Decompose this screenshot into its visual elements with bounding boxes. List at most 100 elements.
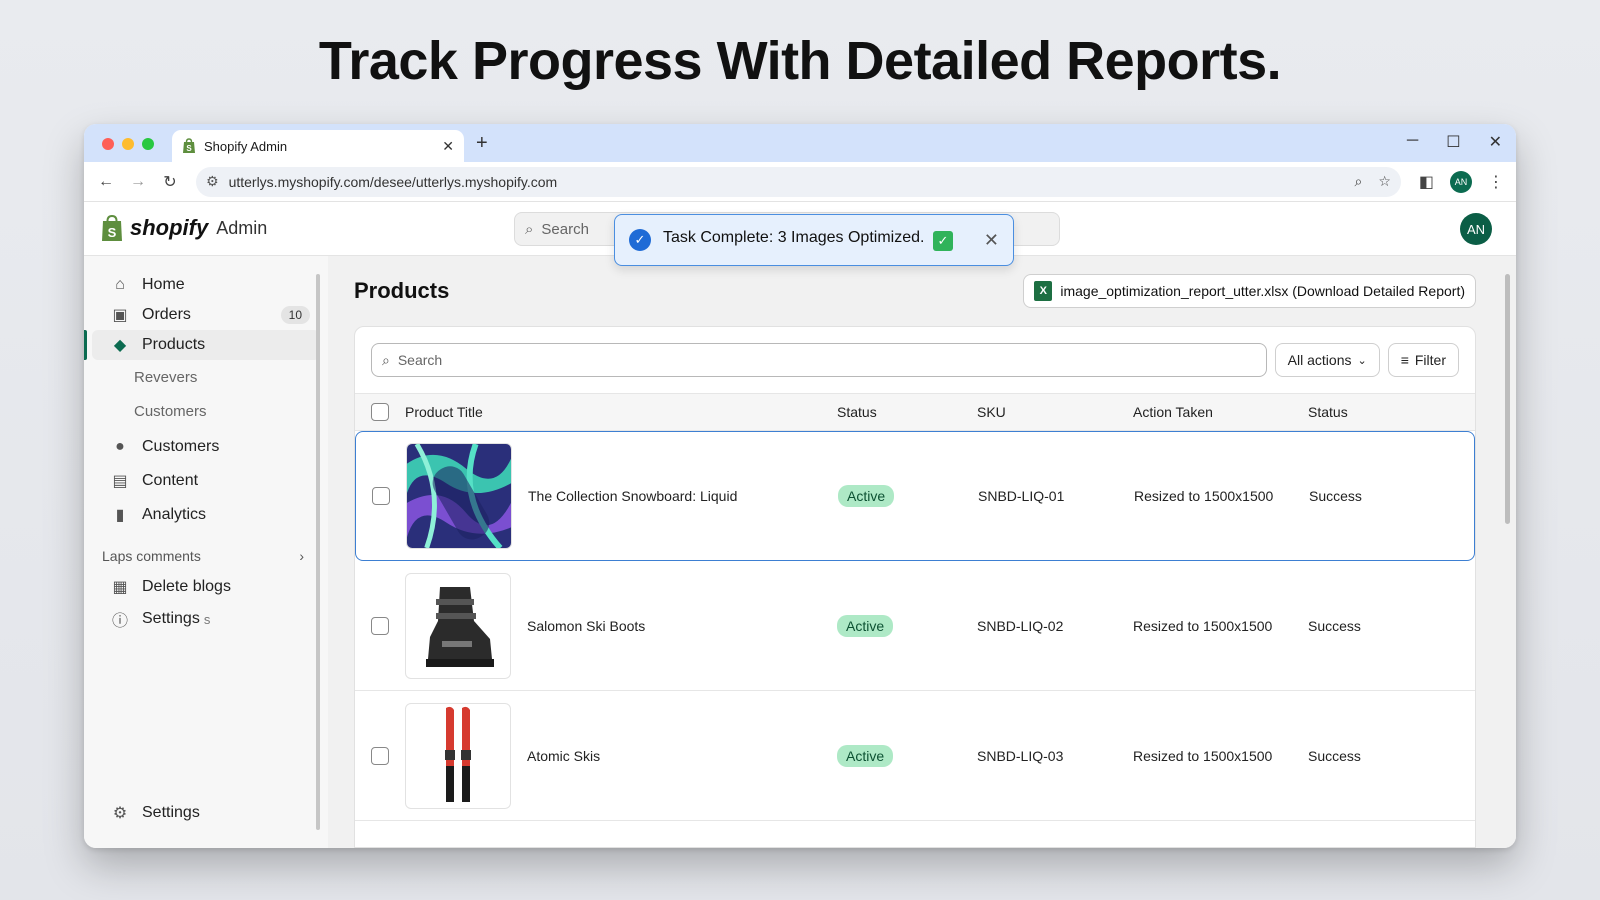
toast-text: Task Complete: 3 Images Optimized. <box>663 229 925 246</box>
sku-cell: SNBD-LIQ-02 <box>977 617 1064 634</box>
table-row[interactable]: Salomon Ski Boots Active SNBD-LIQ-02 Res… <box>355 561 1475 691</box>
download-report-button[interactable]: X image_optimization_report_utter.xlsx (… <box>1023 274 1476 308</box>
browser-toolbar: ← → ↻ ⚙ utterlys.myshopify.com/desee/utt… <box>84 162 1516 202</box>
maximize-icon[interactable]: ☐ <box>1446 132 1460 152</box>
sidebar-item-settings-s[interactable]: ⓘ Settings s <box>92 604 320 634</box>
zoom-window-button[interactable] <box>142 138 154 150</box>
tab-close-icon[interactable]: ✕ <box>442 138 454 155</box>
close-icon[interactable]: ✕ <box>1489 132 1502 152</box>
site-settings-icon[interactable]: ⚙ <box>206 173 219 190</box>
result-cell: Success <box>1308 617 1361 634</box>
sidebar-item-products[interactable]: ◆ Products <box>84 330 320 360</box>
result-cell: Success <box>1309 488 1362 504</box>
check-circle-icon: ✓ <box>629 229 651 251</box>
sidebar-item-label: Orders <box>142 306 191 323</box>
svg-text:S: S <box>186 144 192 153</box>
side-panel-icon[interactable]: ◧ <box>1419 172 1434 192</box>
profile-avatar[interactable]: AN <box>1450 170 1472 193</box>
all-actions-dropdown[interactable]: All actions ⌄ <box>1274 343 1380 377</box>
filter-row: ⌕ Search All actions ⌄ ≡ Filter <box>355 327 1475 393</box>
sidebar-subitem-customers[interactable]: Customers <box>84 394 328 428</box>
sidebar-section-header[interactable]: Laps comments › <box>102 544 304 568</box>
page-title: Products <box>354 278 450 303</box>
minimize-window-button[interactable] <box>122 138 134 150</box>
sidebar-item-label: Delete blogs <box>142 578 231 595</box>
row-checkbox[interactable] <box>371 616 389 635</box>
main-scrollbar[interactable] <box>1502 260 1512 844</box>
products-search-input[interactable]: ⌕ Search <box>371 343 1267 377</box>
forward-icon[interactable]: → <box>128 172 148 192</box>
column-header-result[interactable]: Status <box>1308 404 1475 420</box>
reload-icon[interactable]: ↻ <box>160 172 180 192</box>
sidebar-scrollbar[interactable] <box>314 262 322 842</box>
blog-icon: ▦ <box>112 579 128 596</box>
product-thumbnail-snowboard[interactable] <box>406 443 512 549</box>
table-row[interactable]: Atomic Skis Active SNBD-LIQ-03 Resized t… <box>355 691 1475 821</box>
product-title[interactable]: Salomon Ski Boots <box>527 618 645 634</box>
sidebar-item-label: Home <box>142 276 185 293</box>
url-text: utterlys.myshopify.com/desee/utterlys.my… <box>228 173 558 190</box>
column-header-title[interactable]: Product Title <box>405 404 837 420</box>
sidebar-item-label: Settings <box>142 610 200 627</box>
sidebar-item-label: Analytics <box>142 506 207 523</box>
product-title[interactable]: The Collection Snowboard: Liquid <box>528 488 737 504</box>
close-window-button[interactable] <box>102 138 114 150</box>
search-icon: ⌕ <box>525 220 534 238</box>
sidebar-item-orders[interactable]: ▣ Orders 10 <box>92 300 320 330</box>
global-search-placeholder: Search <box>541 220 589 238</box>
products-search-placeholder: Search <box>397 352 443 368</box>
sku-cell: SNBD-LIQ-01 <box>978 488 1065 504</box>
minimize-icon[interactable]: ─ <box>1407 132 1418 152</box>
row-checkbox[interactable] <box>372 487 390 505</box>
user-avatar[interactable]: AN <box>1460 213 1492 245</box>
back-icon[interactable]: ← <box>96 172 116 192</box>
status-badge: Active <box>837 744 894 767</box>
sidebar-subitem-revevers[interactable]: Revevers <box>84 360 328 394</box>
sku-cell: SNBD-LIQ-03 <box>977 747 1064 764</box>
address-bar[interactable]: ⚙ utterlys.myshopify.com/desee/utterlys.… <box>196 166 1401 197</box>
content-icon: ▤ <box>112 473 128 490</box>
product-thumbnail-skis[interactable] <box>405 702 511 809</box>
sidebar-item-delete-blogs[interactable]: ▦ Delete blogs <box>92 572 320 602</box>
snowboard-image-icon <box>407 444 511 548</box>
sidebar-item-settings[interactable]: ⚙ Settings <box>92 798 320 828</box>
filter-button[interactable]: ≡ Filter <box>1387 343 1459 377</box>
main-scroll-thumb[interactable] <box>1505 274 1510 524</box>
section-title: Laps comments <box>102 548 201 564</box>
new-tab-icon[interactable]: + <box>476 132 488 155</box>
zoom-icon[interactable]: ⌕ <box>1354 173 1362 190</box>
products-card: ⌕ Search All actions ⌄ ≡ Filter Product … <box>354 326 1476 848</box>
chevron-right-icon: › <box>299 548 304 564</box>
sidebar-item-content[interactable]: ▤ Content <box>92 466 320 496</box>
sidebar-item-customers[interactable]: ● Customers <box>92 432 320 462</box>
row-checkbox[interactable] <box>371 746 389 765</box>
action-cell: Resized to 1500x1500 <box>1133 747 1273 764</box>
product-title[interactable]: Atomic Skis <box>527 748 600 764</box>
table-row[interactable]: The Collection Snowboard: Liquid Active … <box>355 431 1475 561</box>
shopify-logo[interactable]: S shopify Admin <box>100 214 267 242</box>
browser-window: S Shopify Admin ✕ + ─ ☐ ✕ ← → ↻ ⚙ utterl… <box>84 124 1516 848</box>
column-header-status[interactable]: Status <box>837 404 977 420</box>
check-mark-emoji-icon: ✓ <box>932 231 953 251</box>
menu-kebab-icon[interactable]: ⋮ <box>1488 172 1504 192</box>
sidebar-scroll-thumb[interactable] <box>316 274 320 830</box>
sidebar-item-home[interactable]: ⌂ Home <box>92 270 320 300</box>
toast-message: Task Complete: 3 Images Optimized. ✓ <box>663 229 984 251</box>
browser-tab[interactable]: S Shopify Admin ✕ <box>172 130 464 162</box>
action-cell: Resized to 1500x1500 <box>1134 488 1274 504</box>
bookmark-star-icon[interactable]: ☆ <box>1378 173 1391 190</box>
headline: Track Progress With Detailed Reports. <box>318 31 1282 91</box>
main-content: Products X image_optimization_report_utt… <box>328 256 1516 848</box>
ski-boot-image-icon <box>426 586 494 667</box>
select-all-checkbox[interactable] <box>371 403 389 421</box>
column-header-sku[interactable]: SKU <box>977 404 1133 420</box>
sidebar-item-label: Products <box>142 336 206 353</box>
window-controls: ─ ☐ ✕ <box>1407 132 1502 152</box>
column-header-action[interactable]: Action Taken <box>1133 404 1308 420</box>
product-thumbnail-boots[interactable] <box>405 572 511 679</box>
toast-close-icon[interactable]: ✕ <box>984 230 999 251</box>
sidebar-bottom: ⚙ Settings <box>84 798 328 828</box>
home-icon: ⌂ <box>115 276 125 293</box>
skis-image-icon <box>445 706 471 802</box>
sidebar-item-analytics[interactable]: ▮ Analytics <box>92 500 320 530</box>
